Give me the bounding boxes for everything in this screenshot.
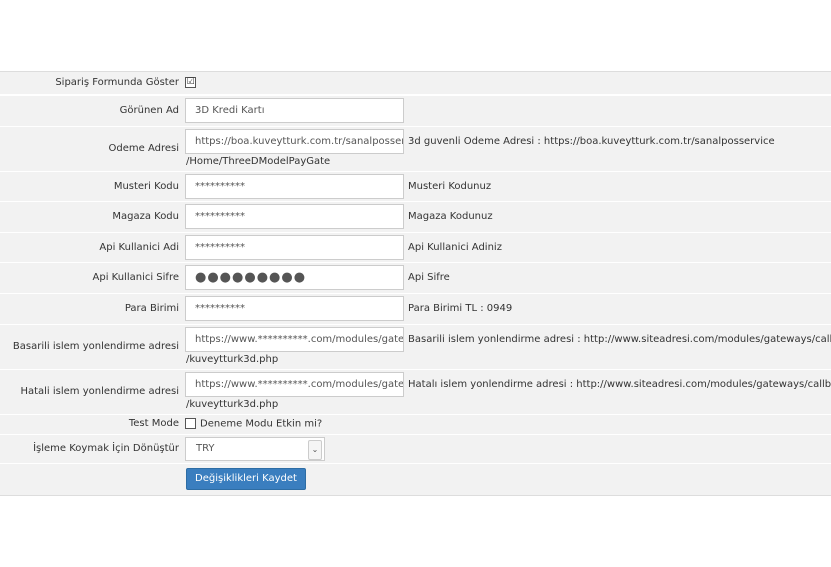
api-password-help: Api Sifre [408,272,450,283]
convert-currency-label: İşleme Koymak İçin Dönüştür [33,443,179,454]
api-user-label: Api Kullanici Adi [99,242,179,253]
currency-help: Para Birimi TL : 0949 [408,303,513,314]
checkbox-checked-icon[interactable]: ☑ [185,77,196,88]
api-password-label: Api Kullanici Sifre [92,272,180,283]
row-success-redirect: Basarili islem yonlendirme adresi https:… [0,324,831,369]
gateway-settings-form: Sipariş Formunda Göster ☑ Görünen Ad 3D … [0,71,831,496]
store-code-label: Magaza Kodu [112,211,179,222]
save-changes-button[interactable]: Değişiklikleri Kaydet [186,468,306,490]
test-mode-toggle[interactable]: Deneme Modu Etkin mi? [185,418,322,430]
api-password-input[interactable]: ●●●●●●●●● [185,265,404,290]
success-redirect-input[interactable]: https://www.**********.com/modules/gatew… [185,327,404,352]
fail-redirect-help: Hatalı islem yonlendirme adresi : http:/… [408,379,831,390]
row-api-user: Api Kullanici Adi ********** Api Kullani… [0,232,831,262]
api-user-input[interactable]: ********** [185,235,404,260]
row-payment-url: Odeme Adresi https://boa.kuveytturk.com.… [0,126,831,171]
row-display-name: Görünen Ad 3D Kredi Kartı [0,95,831,126]
row-currency: Para Birimi ********** Para Birimi TL : … [0,293,831,324]
checkbox-unchecked-icon[interactable] [185,418,196,429]
row-fail-redirect: Hatali islem yonlendirme adresi https://… [0,369,831,414]
payment-url-label: Odeme Adresi [108,143,180,154]
row-store-code: Magaza Kodu ********** Magaza Kodunuz [0,201,831,232]
show-on-order-form-label: Sipariş Formunda Göster [55,77,179,88]
payment-url-input[interactable]: https://boa.kuveytturk.com.tr/sanalposse… [185,129,404,154]
convert-currency-selected: TRY [196,443,215,454]
show-on-order-form-checkbox[interactable]: ☑ [185,77,200,89]
payment-url-continuation: /Home/ThreeDModelPayGate [186,156,331,167]
row-customer-code: Musteri Kodu ********** Musteri Kodunuz [0,171,831,201]
store-code-input[interactable]: ********** [185,204,404,229]
customer-code-help: Musteri Kodunuz [408,181,492,192]
row-test-mode: Test Mode Deneme Modu Etkin mi? [0,414,831,434]
api-user-help: Api Kullanici Adiniz [408,242,502,253]
row-convert-currency: İşleme Koymak İçin Dönüştür TRY ⌄ [0,434,831,463]
chevron-down-icon[interactable]: ⌄ [308,440,322,460]
store-code-help: Magaza Kodunuz [408,211,493,222]
convert-currency-select[interactable]: TRY ⌄ [185,437,325,461]
row-save: Değişiklikleri Kaydet [0,463,831,495]
row-api-password: Api Kullanici Sifre ●●●●●●●●● Api Sifre [0,262,831,293]
fail-redirect-input[interactable]: https://www.**********.com/modules/gatew… [185,372,404,397]
success-redirect-help: Basarili islem yonlendirme adresi : http… [408,334,831,345]
test-mode-label: Test Mode [128,418,179,429]
success-redirect-label: Basarili islem yonlendirme adresi [12,341,179,352]
payment-url-help: 3d guvenli Odeme Adresi : https://boa.ku… [408,136,775,147]
display-name-input[interactable]: 3D Kredi Kartı [185,98,404,123]
customer-code-label: Musteri Kodu [113,181,179,192]
fail-redirect-label: Hatali islem yonlendirme adresi [20,386,179,397]
fail-redirect-continuation: /kuveytturk3d.php [186,399,279,410]
row-show-on-order-form: Sipariş Formunda Göster ☑ [0,72,831,94]
currency-label: Para Birimi [124,303,179,314]
test-mode-checkbox-label: Deneme Modu Etkin mi? [200,418,323,430]
success-redirect-continuation: /kuveytturk3d.php [186,354,279,365]
display-name-label: Görünen Ad [119,105,179,116]
customer-code-input[interactable]: ********** [185,174,404,199]
currency-input[interactable]: ********** [185,296,404,321]
